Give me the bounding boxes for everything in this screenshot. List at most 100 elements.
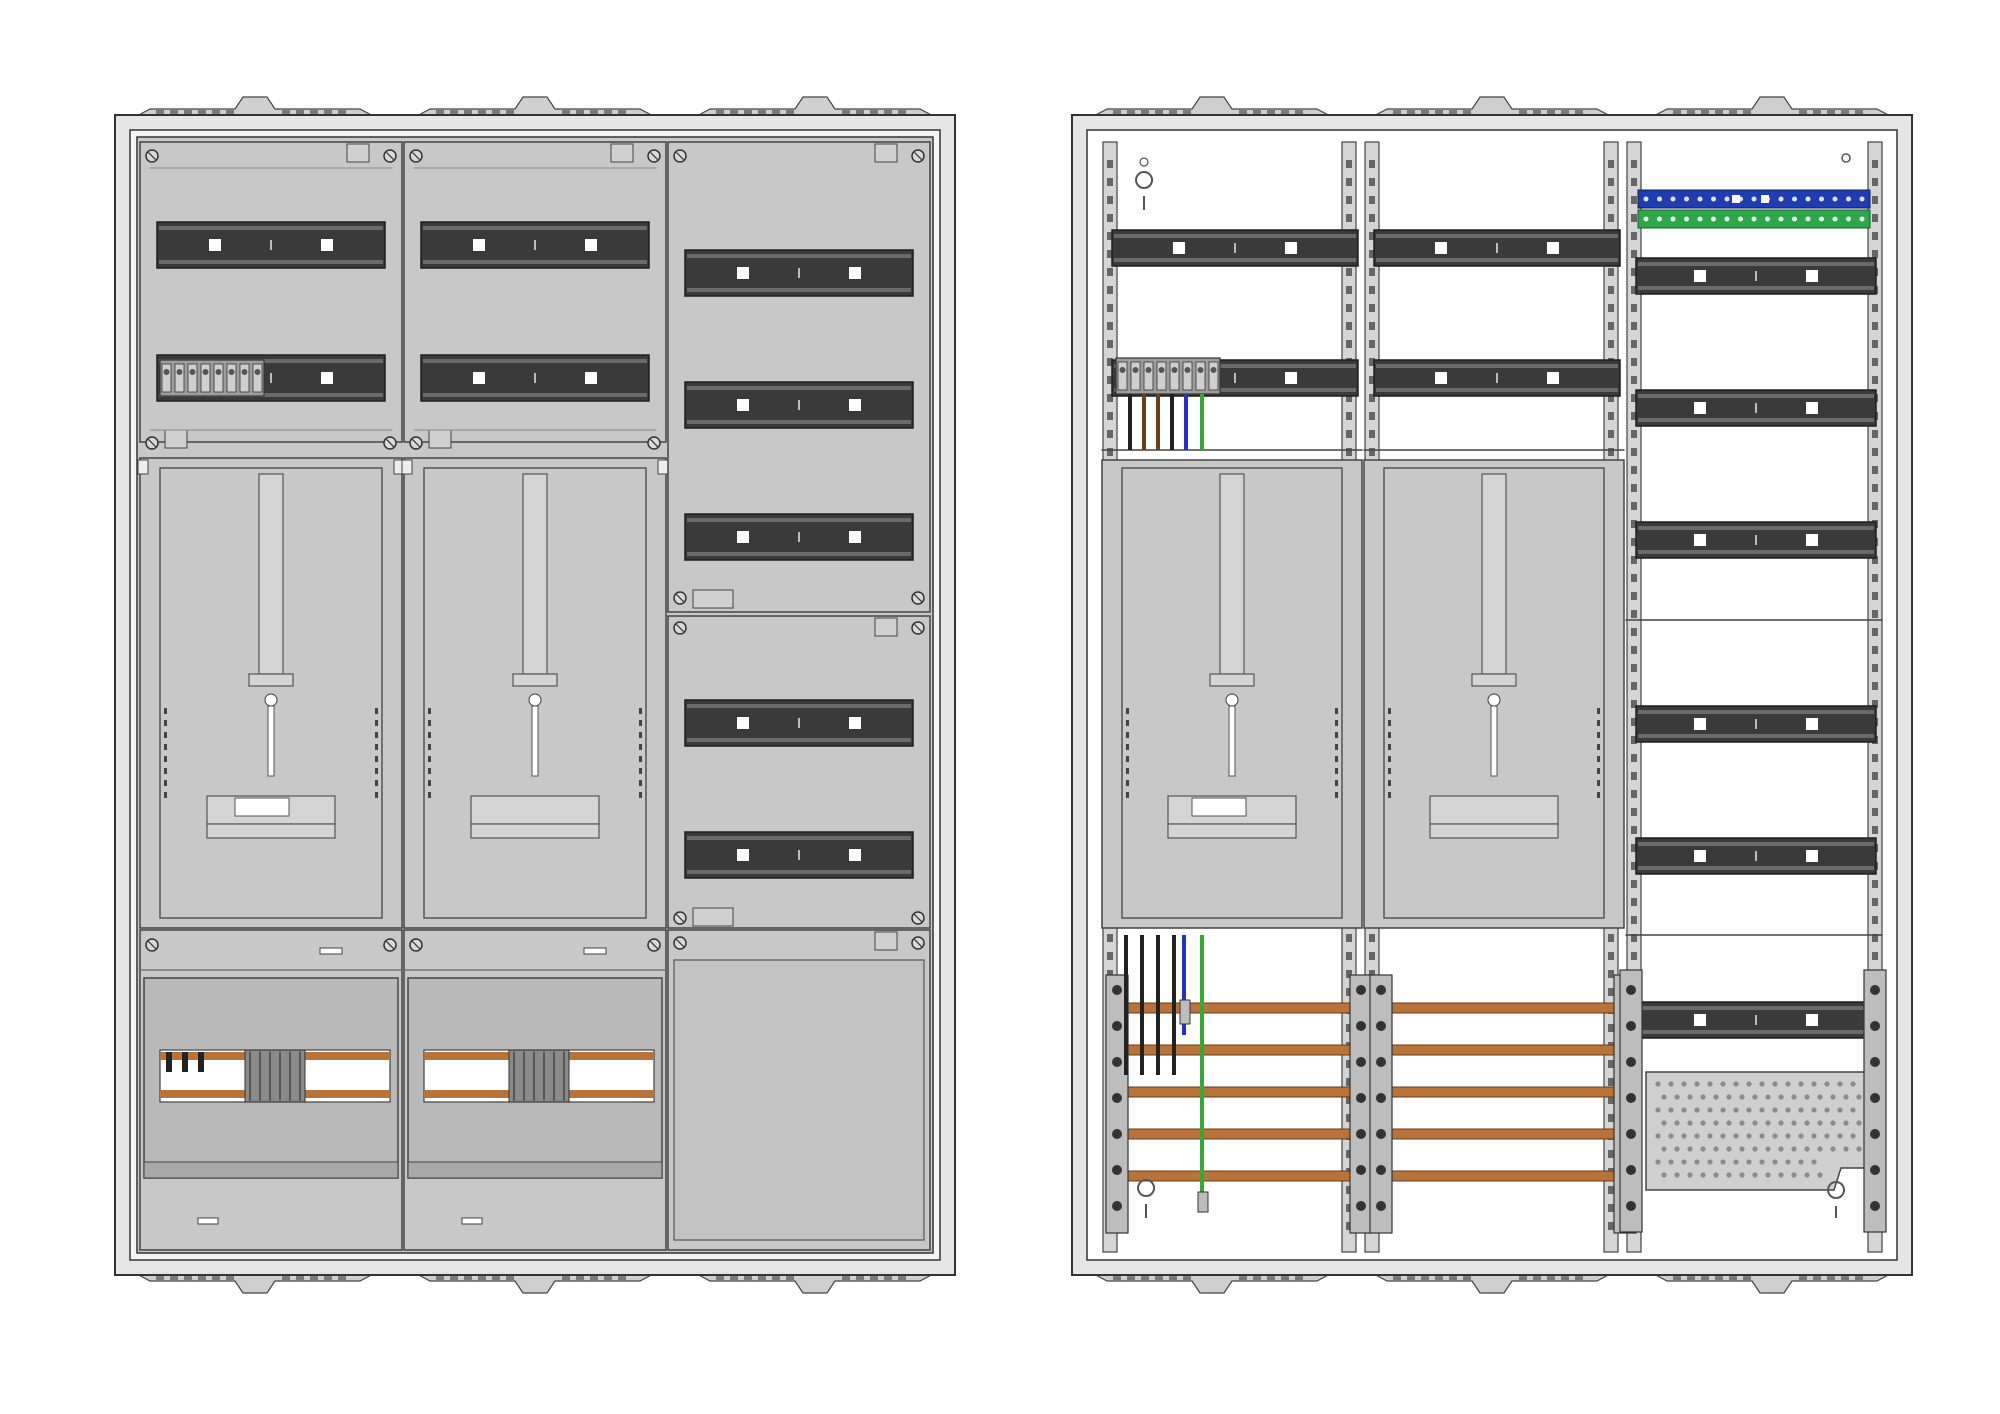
rail-mount-hole [1435, 242, 1447, 254]
terminal-block [1115, 357, 1221, 395]
busbar-holder [1349, 974, 1373, 1234]
screw-icon [145, 436, 159, 450]
cover-latch [874, 143, 898, 163]
rail-mount-hole [585, 239, 597, 251]
rail-mount-hole [1435, 372, 1447, 384]
rail-mount-hole [585, 372, 597, 384]
din-rail [1373, 359, 1621, 397]
cover-latch [874, 617, 898, 637]
busbar-holder [1619, 969, 1643, 1233]
wire [1200, 935, 1204, 1205]
screw-icon [409, 938, 423, 952]
din-rail [420, 354, 650, 402]
wire [1170, 394, 1174, 450]
rail-mount-hole [473, 239, 485, 251]
wire-stub [198, 1052, 204, 1072]
screw-icon [911, 911, 925, 925]
screw-icon [673, 591, 687, 605]
rail-mount-hole [1547, 242, 1559, 254]
rail-mount-hole [1173, 242, 1185, 254]
rail-mount-hole [1285, 242, 1297, 254]
meter-hook-slot [522, 473, 548, 675]
left-cabinet [114, 96, 956, 1294]
meter-mount-panel [1383, 467, 1605, 919]
busbar-terminal [244, 1049, 306, 1103]
din-rail [1635, 705, 1877, 743]
din-rail [684, 699, 914, 747]
cabinet-figure [0, 0, 2000, 1414]
busbar [1121, 1128, 1363, 1140]
wire [1124, 935, 1128, 1075]
meter-hook-slot [1481, 473, 1507, 675]
cover-latch [164, 429, 188, 449]
busbar [1121, 1086, 1363, 1098]
din-rail [1635, 837, 1877, 875]
blank-cover-panel [667, 929, 931, 1251]
rail-mount-hole [1694, 850, 1706, 862]
bottom-cover-panel [139, 929, 403, 1251]
ferrule [1179, 999, 1191, 1025]
rail-mount-hole [1806, 534, 1818, 546]
busbar [1385, 1128, 1627, 1140]
distribution-cover-panel [667, 141, 931, 613]
screw-icon [911, 149, 925, 163]
rail-mount-hole [1806, 270, 1818, 282]
rail-mount-hole [1547, 372, 1559, 384]
screw-icon [911, 936, 925, 950]
screw-icon [673, 911, 687, 925]
meter-mount-panel [423, 467, 647, 919]
cover-latch [692, 589, 734, 609]
rail-mount-hole [473, 372, 485, 384]
meter-mount-panel [159, 467, 383, 919]
din-rail [1373, 229, 1621, 267]
ferrule [1197, 1191, 1209, 1213]
distribution-cover-panel [667, 615, 931, 929]
din-rail [684, 513, 914, 561]
din-rail [1635, 257, 1877, 295]
busbar [1121, 1170, 1363, 1182]
top-cover-panel [403, 141, 667, 450]
meter-label-window [1191, 797, 1247, 817]
screw-icon [673, 621, 687, 635]
rail-mount-hole [849, 849, 861, 861]
meter-clamp [1429, 795, 1559, 825]
wire [1184, 394, 1188, 450]
rail-mount-hole [209, 239, 221, 251]
busbar [1385, 1086, 1627, 1098]
busbar-holder [1863, 969, 1887, 1233]
din-rail [1635, 389, 1877, 427]
perforated-plate [1645, 1071, 1875, 1191]
rail-mount-hole [849, 267, 861, 279]
din-rail [156, 221, 386, 269]
screw-icon [673, 936, 687, 950]
cover-latch [610, 143, 634, 163]
cover-handle-slot [197, 1217, 219, 1225]
cover-latch [692, 907, 734, 927]
screw-icon [145, 938, 159, 952]
screw-icon [647, 149, 661, 163]
din-rail [684, 381, 914, 429]
screw-icon [145, 149, 159, 163]
busbar-holder [1369, 974, 1393, 1234]
screw-icon [409, 436, 423, 450]
cover-latch [428, 429, 452, 449]
screw-icon [383, 149, 397, 163]
wire [1128, 394, 1132, 450]
meter-clamp [470, 795, 600, 825]
meter-hook-slot [258, 473, 284, 675]
cabinet-drawing [114, 96, 1913, 1294]
top-cover-panel [139, 141, 403, 450]
wire-stub [166, 1052, 172, 1072]
meter-cover-panel [137, 457, 405, 929]
rail-mount-hole [737, 531, 749, 543]
screw-icon [911, 591, 925, 605]
screw-icon [383, 436, 397, 450]
rail-mount-hole [1806, 402, 1818, 414]
din-rail [420, 221, 650, 269]
rail-mount-hole [849, 399, 861, 411]
din-rail [1635, 1001, 1877, 1039]
wire [1156, 394, 1160, 450]
wire [1200, 394, 1204, 450]
din-rail [1111, 229, 1359, 267]
cover-handle-slot [319, 947, 343, 955]
